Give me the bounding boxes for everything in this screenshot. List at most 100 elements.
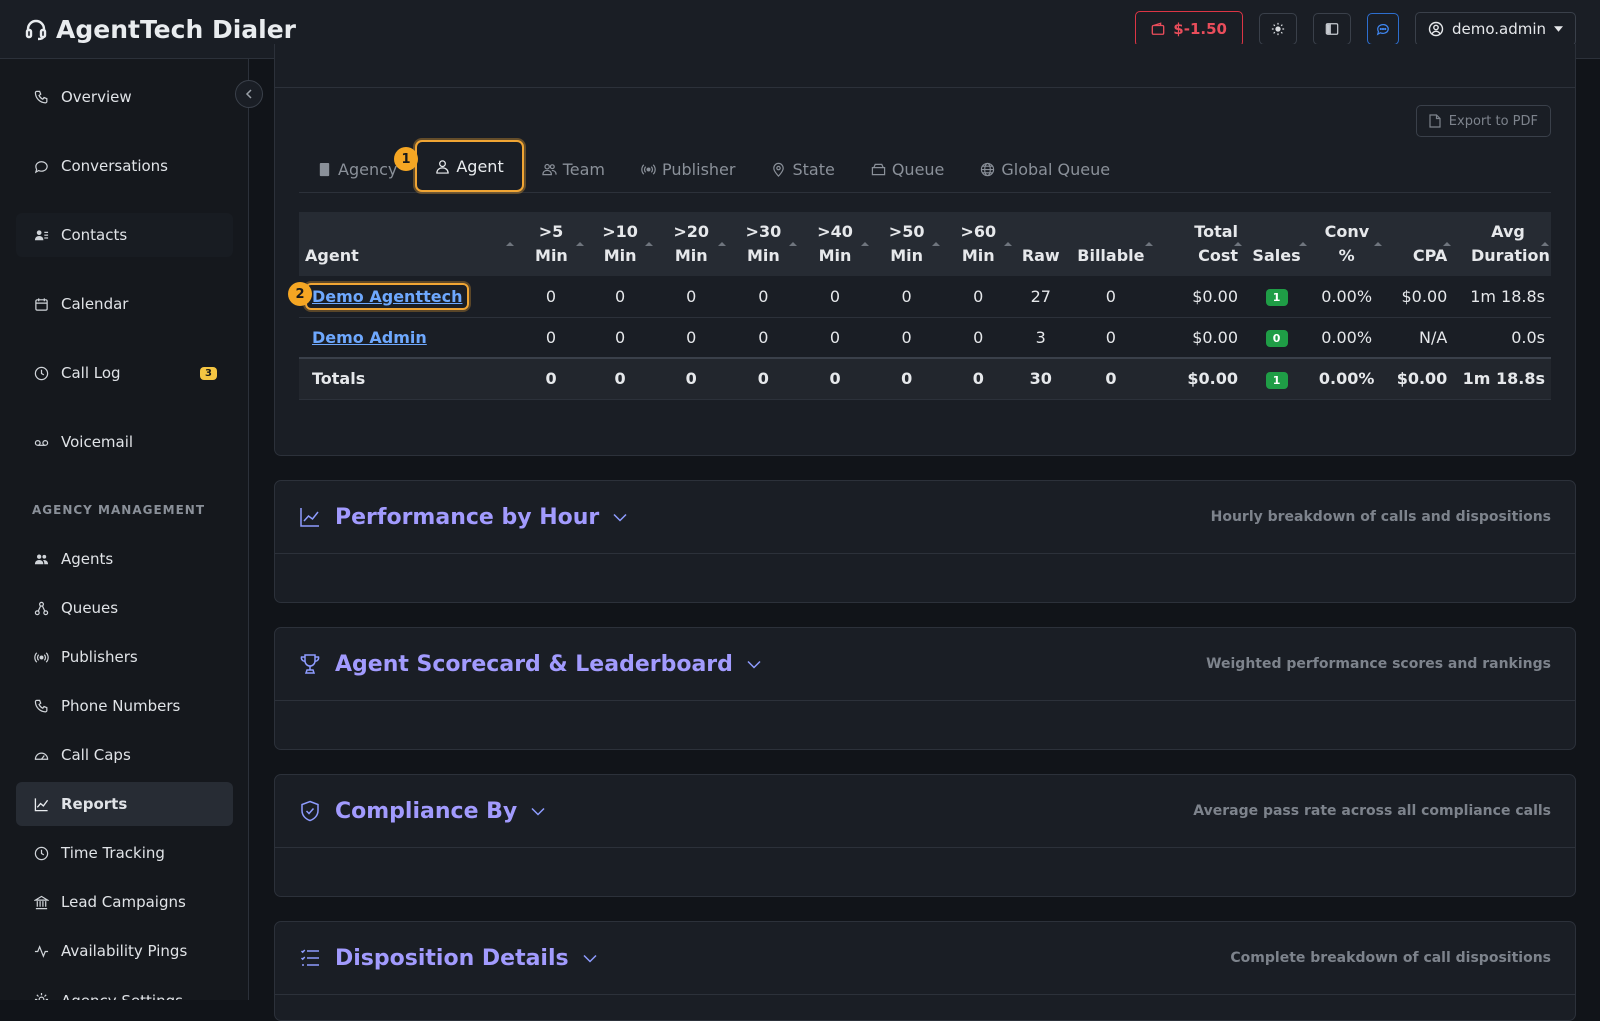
- card-divider: [275, 87, 1575, 88]
- sidebar-item-phone-numbers[interactable]: Phone Numbers: [16, 684, 233, 728]
- col-header-total-cost[interactable]: Total Cost: [1154, 212, 1244, 276]
- section-divider: [275, 847, 1575, 848]
- col-header-30min[interactable]: >30 Min: [727, 212, 799, 276]
- sidebar-item-time-tracking[interactable]: Time Tracking: [16, 831, 233, 875]
- line-chart-icon: [300, 508, 319, 527]
- balance-button[interactable]: $-1.50: [1135, 11, 1243, 47]
- agent-link[interactable]: Demo Agenttech: [312, 287, 462, 306]
- tab-queue[interactable]: Queue: [853, 147, 963, 192]
- col-header-20min[interactable]: >20 Min: [654, 212, 728, 276]
- col-header-60min[interactable]: >60 Min: [942, 212, 1015, 276]
- col-header-10min[interactable]: >10 Min: [585, 212, 655, 276]
- section-header[interactable]: Compliance By Average pass rate across a…: [299, 775, 1551, 847]
- sort-icon: [1234, 242, 1242, 246]
- sidebar-collapse-button[interactable]: [235, 80, 263, 108]
- agent-link[interactable]: Demo Admin: [312, 328, 427, 347]
- map-pin-icon: [773, 162, 785, 177]
- caret-down-icon: [1554, 26, 1563, 32]
- person-icon: [436, 159, 450, 174]
- sidebar-item-voicemail[interactable]: Voicemail: [16, 420, 233, 464]
- cell: 0: [871, 317, 943, 359]
- sort-icon: [575, 242, 584, 246]
- cell: 0: [942, 276, 1015, 318]
- sidebar-item-label: Availability Pings: [61, 942, 188, 960]
- section-header[interactable]: Performance by Hour Hourly breakdown of …: [299, 481, 1551, 553]
- cell: $0.00: [1384, 276, 1454, 318]
- shield-check-icon: [301, 800, 319, 822]
- sidebar-item-label: Voicemail: [61, 433, 134, 451]
- section-divider: [275, 700, 1575, 701]
- col-header-billable[interactable]: Billable: [1067, 212, 1155, 276]
- tab-team[interactable]: Team: [524, 147, 623, 192]
- username: demo.admin: [1451, 20, 1546, 38]
- user-menu-button[interactable]: demo.admin: [1414, 12, 1576, 46]
- balance-value: $-1.50: [1173, 20, 1227, 38]
- cell: 0: [516, 276, 586, 318]
- sidebar-item-label: Conversations: [61, 157, 168, 175]
- sort-icon: [717, 242, 726, 246]
- cell: 0: [585, 276, 655, 318]
- sidebar-item-publishers[interactable]: Publishers: [16, 635, 233, 679]
- col-header-cpa[interactable]: CPA: [1384, 212, 1454, 276]
- col-header-5min[interactable]: >5 Min: [516, 212, 586, 276]
- tab-label: Global Queue: [1001, 160, 1111, 179]
- tab-global-queue[interactable]: Global Queue: [962, 147, 1128, 192]
- agent-highlight: Demo Agenttech: [305, 282, 470, 310]
- agent-report-table: Agent >5 Min >10 Min >20 Min >30 Min >40…: [299, 212, 1551, 400]
- col-header-conv[interactable]: Conv %: [1309, 212, 1385, 276]
- tab-agent[interactable]: Agent: [415, 140, 524, 192]
- section-title: Disposition Details: [335, 945, 569, 971]
- cell: 1m 18.8s: [1453, 276, 1551, 318]
- sidebar-item-call-caps[interactable]: Call Caps: [16, 733, 233, 777]
- col-header-agent[interactable]: Agent: [299, 212, 517, 276]
- section-compliance-by: Compliance By Average pass rate across a…: [274, 774, 1576, 897]
- tab-publisher[interactable]: Publisher: [623, 147, 753, 192]
- tab-state[interactable]: State: [753, 147, 852, 192]
- section-header[interactable]: Disposition Details Complete breakdown o…: [299, 922, 1551, 994]
- layout-toggle-button[interactable]: [1312, 13, 1351, 45]
- cell: 0: [798, 276, 872, 318]
- section-header[interactable]: Agent Scorecard & Leaderboard Weighted p…: [299, 628, 1551, 700]
- table-row: Demo Admin 0 0 0 0 0 0 0 3 0 $0.00 0 0.0…: [299, 317, 1551, 359]
- col-header-50min[interactable]: >50 Min: [871, 212, 943, 276]
- activity-icon: [34, 944, 49, 958]
- sidebar-item-label: Contacts: [61, 226, 128, 244]
- sidebar-item-overview[interactable]: Overview: [16, 75, 233, 119]
- chevron-down-icon: [747, 660, 761, 669]
- cell: 0: [1067, 276, 1155, 318]
- sidebar-item-calendar[interactable]: Calendar: [16, 282, 233, 326]
- sort-icon: [644, 242, 653, 246]
- col-header-40min[interactable]: >40 Min: [798, 212, 872, 276]
- sidebar-item-lead-campaigns[interactable]: Lead Campaigns: [16, 880, 233, 924]
- export-pdf-button[interactable]: Export to PDF: [1415, 105, 1551, 137]
- sidebar-item-reports[interactable]: Reports: [16, 782, 233, 826]
- sidebar-item-call-log[interactable]: Call Log 3: [16, 351, 233, 395]
- sidebar-item-agency-settings[interactable]: Agency Settings: [16, 978, 233, 1000]
- section-subtitle: Weighted performance scores and rankings: [1206, 656, 1551, 672]
- cell: $0.00: [1154, 357, 1244, 400]
- sidebar-item-queues[interactable]: Queues: [16, 586, 233, 630]
- cell: 0.00%: [1309, 317, 1385, 359]
- sidebar-item-label: Reports: [61, 795, 128, 813]
- sidebar-item-contacts[interactable]: Contacts: [16, 213, 233, 257]
- chat-button[interactable]: [1366, 13, 1399, 45]
- col-header-avg-duration[interactable]: Avg Duration: [1453, 212, 1551, 276]
- section-divider: [275, 994, 1575, 995]
- list-icon: [300, 949, 319, 966]
- cell: 0: [585, 357, 655, 400]
- sidebar-item-availability-pings[interactable]: Availability Pings: [16, 929, 233, 973]
- sidebar-item-agents[interactable]: Agents: [16, 537, 233, 581]
- building-icon: [319, 162, 330, 177]
- cell: 0: [1067, 317, 1155, 359]
- col-header-sales[interactable]: Sales: [1244, 212, 1310, 276]
- sidebar-item-label: Calendar: [61, 295, 129, 313]
- sort-icon: [932, 242, 941, 246]
- col-header-raw[interactable]: Raw: [1014, 212, 1068, 276]
- cell: 0: [516, 357, 586, 400]
- sidebar-item-label: Lead Campaigns: [61, 893, 186, 911]
- cell: 0: [654, 276, 728, 318]
- brand[interactable]: AgentTech Dialer: [24, 15, 296, 44]
- diagram-icon: [34, 601, 49, 615]
- sidebar-item-conversations[interactable]: Conversations: [16, 144, 233, 188]
- theme-toggle-button[interactable]: [1258, 13, 1297, 45]
